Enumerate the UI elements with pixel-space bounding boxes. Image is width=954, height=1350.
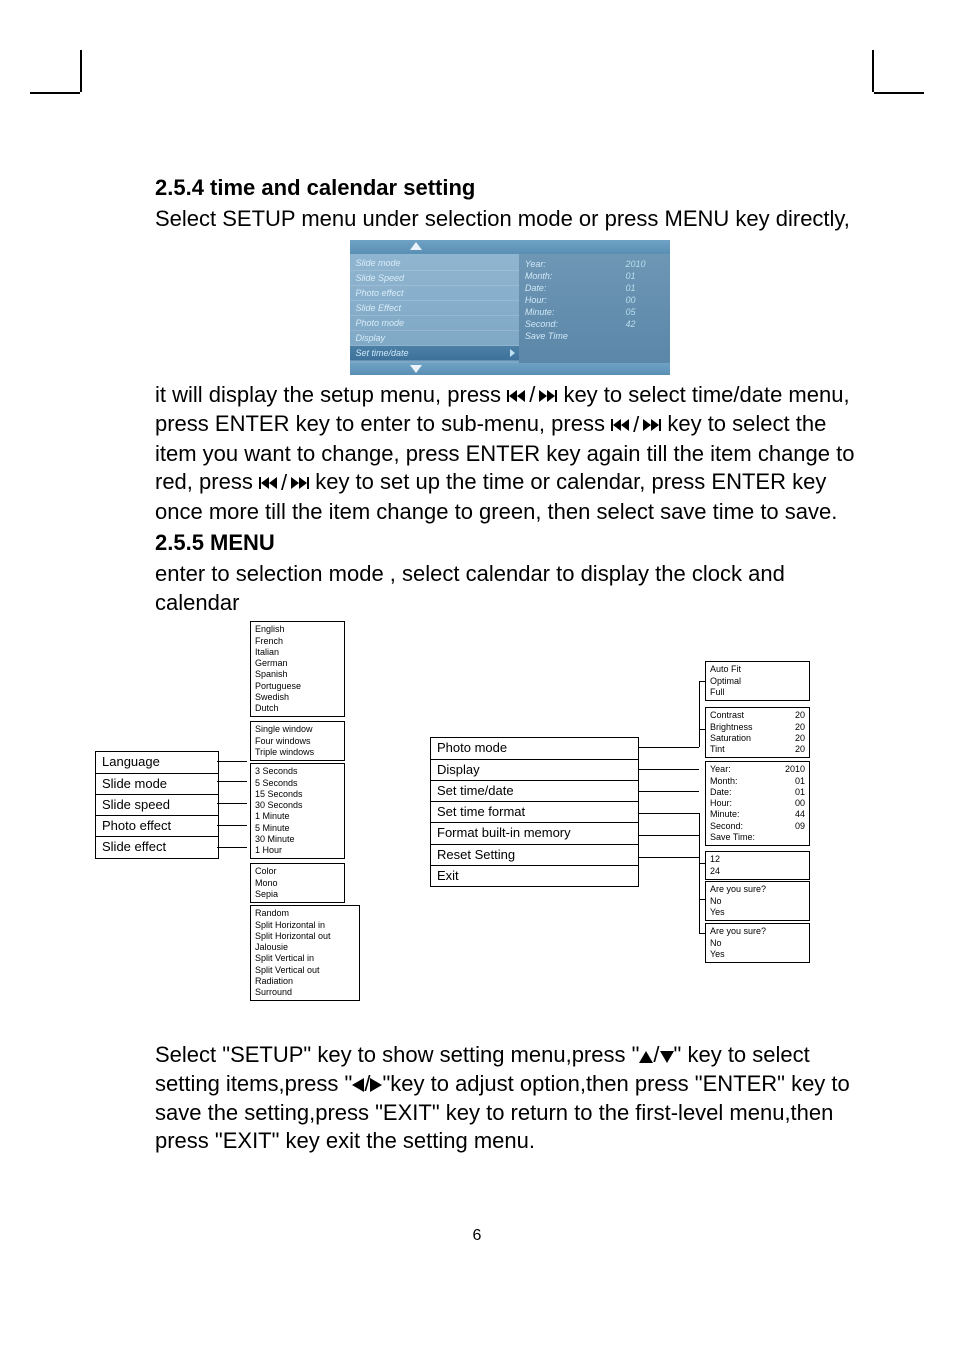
crop-mark [80,50,82,92]
setup-bottom-bar [350,363,670,375]
setup-item: Slide Speed [350,271,519,286]
down-arrow-icon [410,365,422,373]
kv-val: 05 [626,307,664,317]
prev-next-icons: / [611,411,661,440]
next-icon [643,419,661,431]
prev-next-icons: / [259,469,309,498]
setup-right-values: Year: 2010 Month: 01 Date: 01 Hour: 00 Minut… [519,254,670,363]
body-text: Select "SETUP" key to show setting menu,… [155,1041,864,1155]
connector [699,933,705,934]
connector [639,769,699,770]
setup-item: Photo effect [350,286,519,301]
body-text: it will display the setup menu, press / … [155,381,864,527]
setup-item: Display [350,331,519,346]
center-stack: Photo mode Display Set time/date Set tim… [430,737,639,887]
menu-box: Exit [430,865,639,887]
setup-item-selected: Set time/date [350,346,519,361]
timeformat-box: 12 24 [705,851,810,880]
kv-val: 01 [626,283,664,293]
menu-box: Reset Setting [430,844,639,866]
connector [699,729,705,730]
body-text: enter to selection mode , select calenda… [155,560,864,617]
menu-box: Slide mode [95,773,219,795]
kv-key: Hour: [525,295,547,305]
connector [639,835,699,836]
setup-item: Slide Effect [350,301,519,316]
connector [699,863,705,864]
menu-box: Set time format [430,801,639,823]
prev-next-icons: / [507,381,557,410]
prev-icon [507,390,525,402]
page-number: 6 [0,1227,954,1245]
connector [217,803,247,804]
connector [699,899,705,900]
right-triangle-icon [370,1078,382,1092]
section-heading: 2.5.5 MENU [155,530,864,556]
slideeffect-box: Random Split Horizontal in Split Horizon… [250,905,360,1001]
menu-box: Photo mode [430,737,639,759]
up-triangle-icon [639,1051,653,1063]
kv-key: Second: [525,319,558,329]
next-icon [291,477,309,489]
timedate-box: Year:2010 Month:01 Date:01 Hour:00 Minut… [705,761,810,846]
connector [217,847,247,848]
prev-icon [611,419,629,431]
connector [699,681,700,747]
page: 2.5.4 time and calendar setting Select S… [0,0,954,1350]
down-triangle-icon [660,1051,674,1063]
connector [217,825,247,826]
setup-left-list: Slide mode Slide Speed Photo effect Slid… [350,254,519,363]
photoeffect-box: Color Mono Sepia [250,863,345,903]
section-heading: 2.5.4 time and calendar setting [155,175,864,201]
confirm-box: Are you sure? No Yes [705,881,810,921]
kv-key: Month: [525,271,553,281]
menu-box: Format built-in memory [430,822,639,844]
setup-item: Photo mode [350,316,519,331]
photomode-box: Auto Fit Optimal Full [705,661,810,701]
crop-mark [874,92,924,94]
kv-val [626,331,664,341]
slidespeed-box: 3 Seconds 5 Seconds 15 Seconds 30 Second… [250,763,345,859]
crop-mark [30,92,80,94]
crop-mark [872,50,874,92]
connector [699,681,705,682]
menu-box: Slide speed [95,794,219,816]
connector [639,791,699,792]
left-triangle-icon [352,1078,364,1092]
kv-val: 00 [626,295,664,305]
menu-box: Display [430,759,639,781]
kv-key: Minute: [525,307,555,317]
up-arrow-icon [410,242,422,250]
setup-top-bar [350,240,670,254]
kv-key: Save Time [525,331,568,341]
prev-icon [259,477,277,489]
next-icon [539,390,557,402]
connector [217,761,247,762]
left-stack: Language Slide mode Slide speed Photo ef… [95,751,219,858]
setup-item: Slide mode [350,256,519,271]
kv-key: Date: [525,283,547,293]
setup-screenshot: Slide mode Slide Speed Photo effect Slid… [350,240,670,375]
menu-box: Slide effect [95,836,219,858]
kv-val: 01 [626,271,664,281]
connector [699,813,700,933]
menu-box: Language [95,751,219,773]
languages-box: English French Italian German Spanish Po… [250,621,345,717]
kv-val: 42 [626,319,664,329]
connector [639,747,699,748]
confirm-box: Are you sure? No Yes [705,923,810,963]
menu-box: Set time/date [430,780,639,802]
connector [217,781,247,782]
menu-box: Photo effect [95,815,219,837]
kv-val: 2010 [626,259,664,269]
kv-key: Year: [525,259,546,269]
connector [639,857,699,858]
menu-diagram: Language Slide mode Slide speed Photo ef… [155,621,864,1041]
display-box: Contrast20 Brightness20 Saturation20 Tin… [705,707,810,758]
slidemode-box: Single window Four windows Triple window… [250,721,345,761]
body-text: Select SETUP menu under selection mode o… [155,205,864,234]
connector [639,813,699,814]
